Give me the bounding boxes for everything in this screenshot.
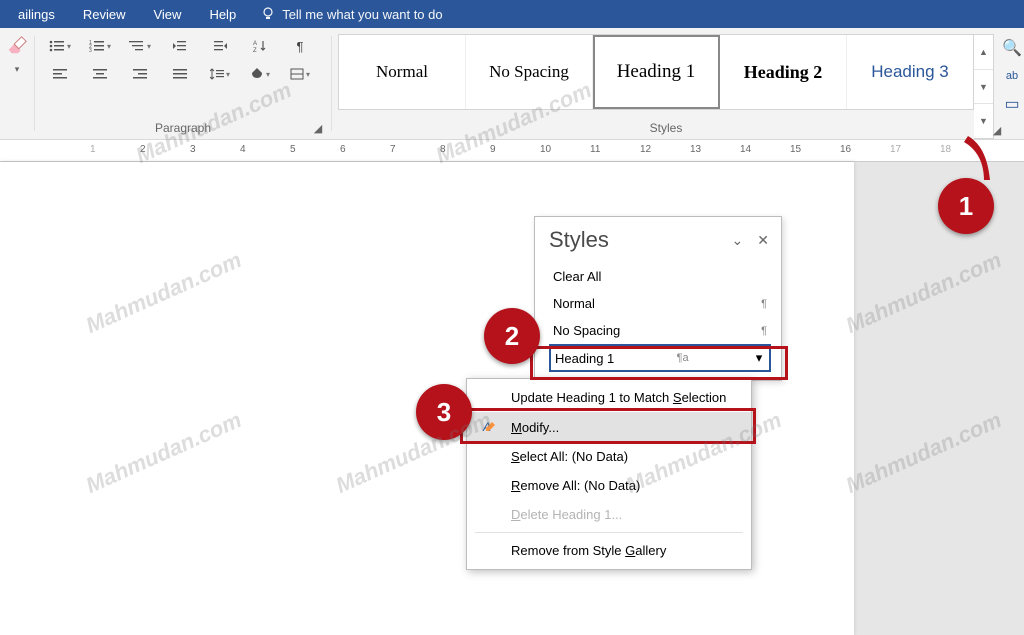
menu-tab-mailings[interactable]: ailings (4, 3, 69, 26)
svg-text:A: A (253, 41, 257, 47)
numbering-button[interactable]: 123▾ (83, 34, 117, 58)
styles-dialog-launcher[interactable]: ◢ (990, 123, 1004, 137)
ctx-select-all[interactable]: Select All: (No Data) (467, 442, 751, 471)
ctx-update-to-match[interactable]: Update Heading 1 to Match Selection (467, 383, 751, 412)
styles-pane: Styles ⌄ ✕ Clear AllNormal¶No Spacing¶He… (534, 216, 782, 381)
ctx-delete-style: Delete Heading 1... (467, 500, 751, 529)
gallery-scroll-up[interactable]: ▲ (974, 35, 993, 70)
style-cell-nospacing[interactable]: No Spacing (466, 35, 593, 109)
styles-pane-item[interactable]: No Spacing¶ (549, 317, 771, 344)
style-context-menu: Update Heading 1 to Match Selection A Mo… (466, 378, 752, 570)
clear-format-dropdown[interactable]: ▾ (15, 64, 20, 75)
menu-tab-review[interactable]: Review (69, 3, 140, 26)
horizontal-ruler[interactable]: 123456789101112131415161718 (0, 140, 1024, 162)
menu-tab-help[interactable]: Help (195, 3, 250, 26)
bullets-button[interactable]: ▾ (43, 34, 77, 58)
callout-3: 3 (416, 384, 472, 440)
ctx-modify[interactable]: A Modify... (467, 412, 751, 442)
styles-pane-item-dropdown[interactable]: ▾ (751, 350, 767, 366)
align-left-button[interactable] (43, 62, 77, 86)
decrease-indent-button[interactable] (163, 34, 197, 58)
callout-2: 2 (484, 308, 540, 364)
paragraph-group-label: Paragraph (35, 121, 331, 135)
styles-pane-item[interactable]: Heading 1¶a▾ (549, 344, 771, 372)
styles-pane-list: Clear AllNormal¶No Spacing¶Heading 1¶a▾ (535, 259, 781, 380)
lightbulb-icon (260, 6, 276, 22)
align-center-button[interactable] (83, 62, 117, 86)
select-icon[interactable]: ▭ (1004, 94, 1019, 114)
multilevel-list-button[interactable]: ▾ (123, 34, 157, 58)
find-icon[interactable]: 🔍 (1002, 38, 1022, 58)
document-canvas: Styles ⌄ ✕ Clear AllNormal¶No Spacing¶He… (0, 162, 1024, 635)
tell-me-label: Tell me what you want to do (282, 7, 442, 22)
styles-pane-item[interactable]: Clear All (549, 263, 771, 290)
ribbon-styles-group: NormalNo SpacingHeading 1Heading 2Headin… (332, 28, 1000, 139)
styles-pane-close-icon[interactable]: ✕ (757, 232, 769, 249)
shading-button[interactable]: ▾ (243, 62, 277, 86)
borders-button[interactable]: ▾ (283, 62, 317, 86)
replace-icon[interactable]: ab (1006, 70, 1018, 82)
paragraph-dialog-launcher[interactable]: ◢ (311, 121, 325, 135)
show-paragraph-marks-button[interactable]: ¶ (283, 34, 317, 58)
styles-pane-collapse-icon[interactable]: ⌄ (732, 232, 744, 249)
tell-me-search[interactable]: Tell me what you want to do (260, 6, 442, 22)
style-cell-heading3[interactable]: Heading 3 (847, 35, 973, 109)
styles-pane-item[interactable]: Normal¶ (549, 290, 771, 317)
ribbon-paragraph-group: ▾ 123▾ ▾ AZ ¶ ▾ ▾ ▾ Paragraph ◢ (35, 28, 331, 139)
styles-group-label: Styles (332, 121, 1000, 135)
style-cell-heading1[interactable]: Heading 1 (593, 35, 720, 109)
svg-text:Z: Z (253, 48, 257, 53)
ribbon: ▾ ▾ 123▾ ▾ AZ ¶ ▾ ▾ ▾ Paragraph ◢ Normal… (0, 28, 1024, 140)
align-right-button[interactable] (123, 62, 157, 86)
styles-gallery: NormalNo SpacingHeading 1Heading 2Headin… (338, 34, 974, 110)
modify-style-icon: A (482, 419, 498, 435)
line-spacing-button[interactable]: ▾ (203, 62, 237, 86)
style-cell-normal[interactable]: Normal (339, 35, 466, 109)
svg-text:3: 3 (89, 48, 92, 53)
justify-button[interactable] (163, 62, 197, 86)
menu-bar: ailings Review View Help Tell me what yo… (0, 0, 1024, 28)
callout-1: 1 (938, 178, 994, 234)
ribbon-clipboard-group: ▾ (0, 28, 34, 139)
ctx-remove-from-gallery[interactable]: Remove from Style Gallery (467, 536, 751, 565)
styles-pane-title: Styles (549, 227, 609, 253)
style-cell-heading2[interactable]: Heading 2 (720, 35, 847, 109)
eraser-icon[interactable] (6, 34, 28, 56)
gallery-scroll-down[interactable]: ▼ (974, 70, 993, 105)
menu-tab-view[interactable]: View (139, 3, 195, 26)
increase-indent-button[interactable] (203, 34, 237, 58)
sort-button[interactable]: AZ (243, 34, 277, 58)
ctx-remove-all[interactable]: Remove All: (No Data) (467, 471, 751, 500)
